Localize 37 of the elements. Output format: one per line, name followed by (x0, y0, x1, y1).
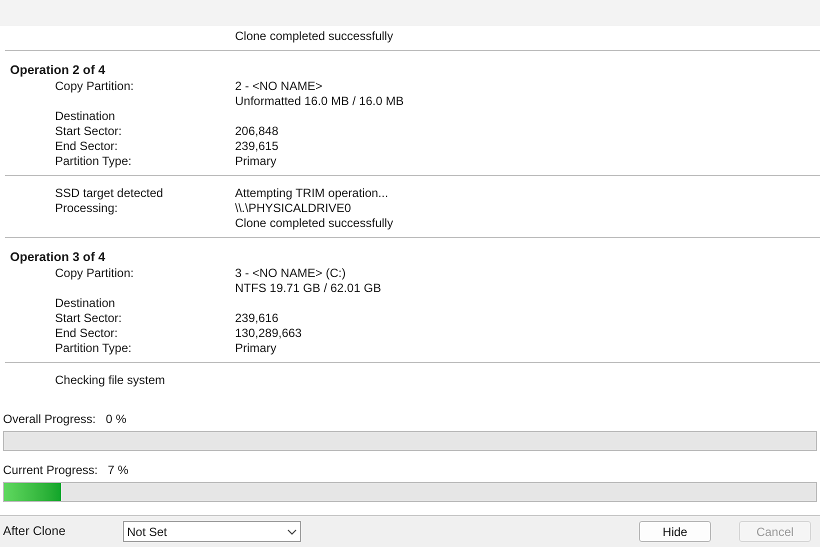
field-label: End Sector: (55, 326, 118, 340)
field-label: Partition Type: (55, 341, 132, 355)
field-value: Attempting TRIM operation... (235, 186, 388, 201)
field-label: Checking file system (55, 373, 166, 387)
field-value: 239,615 (235, 139, 278, 154)
field-label: Copy Partition: (55, 79, 134, 93)
field-value: 239,616 (235, 311, 278, 326)
field-value: \\.\PHYSICALDRIVE0 (235, 201, 352, 216)
field-label: Processing: (55, 201, 118, 215)
field-value: NTFS 19.71 GB / 62.01 GB (235, 281, 382, 296)
progress-label: Overall Progress: (3, 411, 96, 428)
field-label: Start Sector: (55, 124, 122, 138)
field-value: 206,848 (235, 124, 278, 139)
after-clone-dropdown[interactable]: Not Set (123, 521, 301, 542)
progress-label: Current Progress: (3, 462, 98, 479)
field-label: Copy Partition: (55, 266, 134, 280)
field-value: 130,289,663 (235, 326, 302, 341)
field-value: Primary (235, 154, 276, 169)
field-value: Unformatted 16.0 MB / 16.0 MB (235, 94, 404, 109)
field-label: Partition Type: (55, 154, 132, 168)
chevron-down-icon (287, 528, 297, 534)
after-clone-label: After Clone (3, 523, 67, 540)
progress-reading: 0 % (106, 411, 126, 428)
field-value: 3 - <NO NAME> (C:) (235, 266, 347, 281)
field-label: Start Sector: (55, 311, 122, 325)
field-value: Clone completed successfully (235, 216, 394, 231)
hide-button[interactable]: Hide (639, 521, 711, 542)
operation-heading: Operation 3 of 4 (9, 249, 106, 266)
field-value: Clone completed successfully (235, 29, 394, 44)
field-label: End Sector: (55, 139, 118, 153)
operation-heading: Operation 2 of 4 (9, 62, 106, 79)
field-value: Primary (235, 341, 276, 356)
field-label: Destination (55, 296, 116, 310)
field-value: 2 - <NO NAME> (235, 79, 324, 94)
field-label: Destination (55, 109, 116, 123)
progress-reading: 7 % (108, 462, 128, 479)
field-label: SSD target detected (55, 186, 164, 200)
